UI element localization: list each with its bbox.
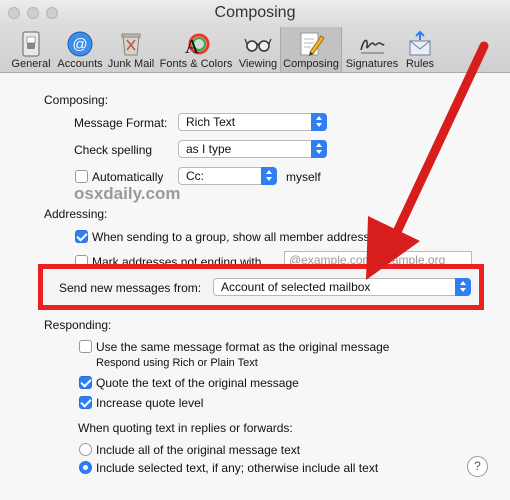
general-switch-icon xyxy=(22,31,40,57)
include-selected-radio[interactable] xyxy=(79,461,92,474)
include-all-label: Include all of the original message text xyxy=(96,443,301,457)
tab-viewing[interactable]: Viewing xyxy=(236,27,280,72)
svg-text:@: @ xyxy=(72,36,87,53)
fonts-colors-icon: A xyxy=(185,33,210,58)
trash-bin-icon xyxy=(121,33,141,56)
include-all-radio[interactable] xyxy=(79,443,92,456)
responding-header: Responding: xyxy=(44,318,112,332)
message-format-select[interactable]: Rich Text xyxy=(178,113,327,131)
red-arrow-annotation xyxy=(366,41,489,280)
automatically-label: Automatically xyxy=(92,170,164,184)
composing-header: Composing: xyxy=(44,93,109,107)
window-title: Composing xyxy=(214,4,296,21)
same-format-subtext: Respond using Rich or Plain Text xyxy=(96,357,258,369)
include-selected-label: Include selected text, if any; otherwise… xyxy=(96,461,379,475)
tab-general[interactable]: General xyxy=(8,27,54,72)
myself-label: myself xyxy=(286,170,321,184)
quote-text-checkbox[interactable] xyxy=(79,376,92,389)
increase-quote-checkbox[interactable] xyxy=(79,396,92,409)
pencil-icon xyxy=(300,32,325,56)
when-quoting-label: When quoting text in replies or forwards… xyxy=(78,421,293,435)
glasses-icon xyxy=(244,38,272,52)
select-arrows-icon xyxy=(311,140,327,158)
check-spelling-select[interactable]: as I type xyxy=(178,140,327,158)
message-format-label: Message Format: xyxy=(74,116,168,130)
send-from-label: Send new messages from: xyxy=(59,281,202,295)
addressing-header: Addressing: xyxy=(44,207,108,221)
title-bar: Composing xyxy=(0,0,510,27)
same-format-label: Use the same message format as the origi… xyxy=(96,340,390,354)
svg-text:A: A xyxy=(185,36,200,58)
show-group-members-checkbox[interactable] xyxy=(75,230,88,243)
quote-text-label: Quote the text of the original message xyxy=(96,376,299,390)
tab-fonts-colors[interactable]: A Fonts & Colors xyxy=(158,27,234,72)
select-arrows-icon xyxy=(261,167,277,185)
automatically-checkbox[interactable] xyxy=(75,170,88,183)
same-format-checkbox[interactable] xyxy=(79,340,92,353)
tab-junk-mail[interactable]: Junk Mail xyxy=(106,27,156,72)
tab-composing[interactable]: Composing xyxy=(280,27,342,72)
help-button[interactable]: ? xyxy=(467,456,488,477)
watermark-text: osxdaily.com xyxy=(74,184,181,203)
select-arrows-icon xyxy=(311,113,327,131)
cc-select[interactable]: Cc: xyxy=(178,167,277,185)
check-spelling-label: Check spelling xyxy=(74,143,153,157)
show-group-members-label: When sending to a group, show all member… xyxy=(92,230,383,244)
tab-accounts[interactable]: @ Accounts xyxy=(56,27,104,72)
at-sign-icon: @ xyxy=(67,31,93,57)
increase-quote-label: Increase quote level xyxy=(96,396,204,410)
